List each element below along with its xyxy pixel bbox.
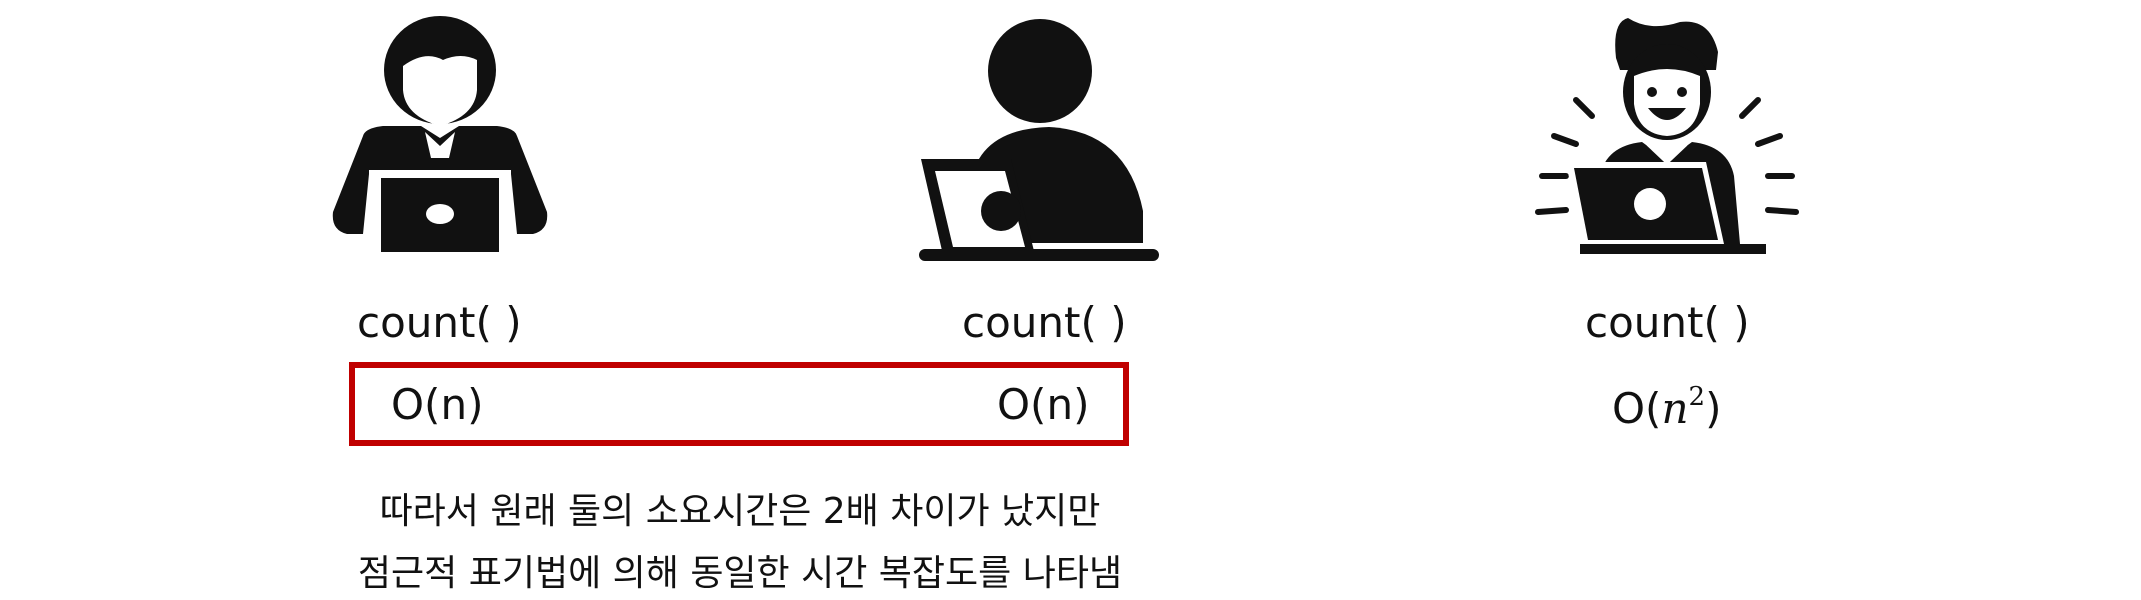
complexity-base: n: [1661, 384, 1689, 433]
complexity-exponent: 2: [1688, 382, 1706, 412]
person-laptop-figure: [915, 15, 1160, 265]
figure-1-complexity-label: O(n): [391, 380, 484, 429]
figure-3-method-label: count( ): [1585, 298, 1750, 347]
caption-line-1: 따라서 원래 둘의 소요시간은 2배 차이가 났지만: [379, 491, 1101, 532]
figure-1-method-label: count( ): [357, 298, 522, 347]
caption-line-2: 점근적 표기법에 의해 동일한 시간 복잡도를 나타냄: [357, 553, 1123, 594]
complexity-prefix: O(: [1612, 384, 1662, 433]
person-laptop-icon: [919, 19, 1159, 261]
figure-2-complexity-label: O(n): [997, 380, 1090, 429]
figure-2-method-label: count( ): [962, 298, 1127, 347]
figure-3-complexity-label: O(n2): [1612, 384, 1721, 430]
complexity-suffix: ): [1705, 384, 1722, 433]
happy-man-laptop-icon: [1535, 18, 1799, 254]
woman-laptop-figure: [325, 8, 555, 260]
woman-laptop-icon: [332, 16, 548, 252]
happy-man-laptop-figure: [1530, 12, 1800, 262]
